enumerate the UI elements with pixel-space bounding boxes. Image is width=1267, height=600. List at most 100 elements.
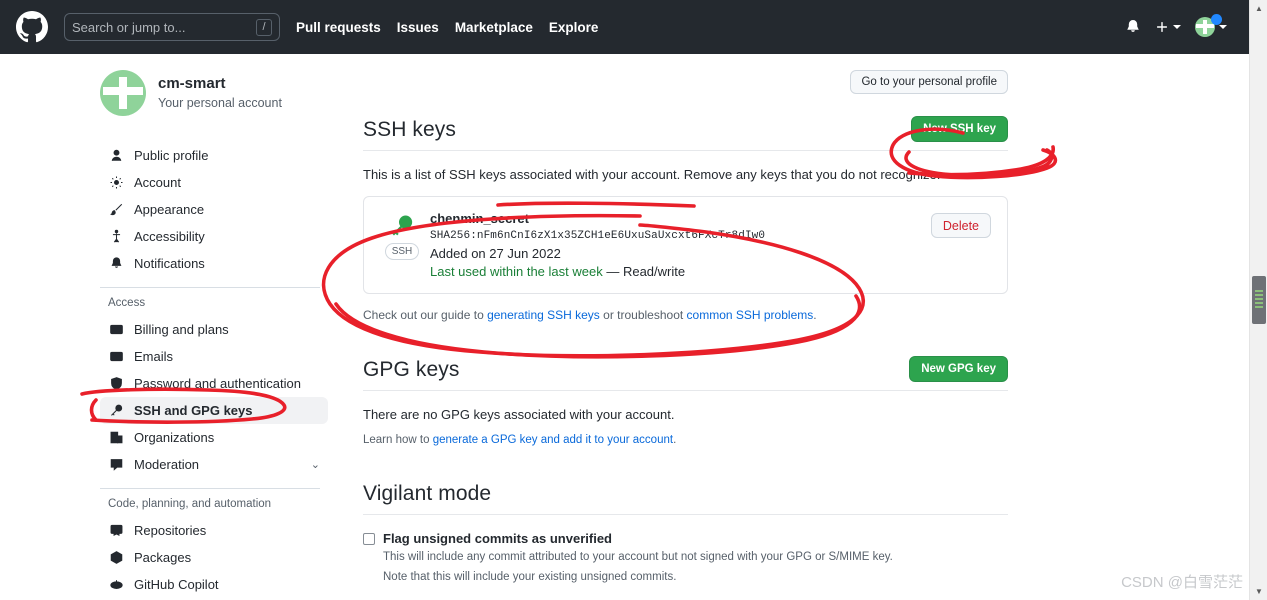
ssh-keys-header: SSH keys New SSH key — [363, 116, 1008, 151]
sidebar-item-packages[interactable]: Packages — [100, 544, 328, 571]
flag-unsigned-commits-row[interactable]: Flag unsigned commits as unverified This… — [363, 531, 1008, 585]
common-ssh-problems-link[interactable]: common SSH problems — [687, 308, 814, 322]
header-actions — [1125, 14, 1233, 37]
ssh-key-title: chenmin_secret — [430, 211, 529, 226]
sidebar-item-label: Accessibility — [134, 229, 205, 244]
sidebar-item-label: Account — [134, 175, 181, 190]
browser-scrollbar[interactable]: ▲ ▼ — [1249, 0, 1267, 600]
nav-marketplace[interactable]: Marketplace — [455, 20, 533, 35]
paintbrush-icon — [108, 202, 124, 218]
scroll-down-arrow-icon[interactable]: ▼ — [1250, 583, 1267, 600]
sidebar-item-accessibility[interactable]: Accessibility — [100, 223, 328, 250]
vigilant-mode-title: Vigilant mode — [363, 482, 492, 505]
page-body: cm-smart Your personal account Public pr… — [0, 54, 1249, 600]
gpg-keys-title: GPG keys — [363, 358, 460, 381]
search-shortcut-key: / — [256, 18, 272, 36]
delete-ssh-key-button[interactable]: Delete — [930, 213, 991, 238]
nav-pull-requests[interactable]: Pull requests — [296, 20, 381, 35]
sidebar-divider — [100, 488, 320, 489]
vigilant-mode-section: Vigilant mode Flag unsigned commits as u… — [363, 482, 1008, 585]
mail-icon — [108, 349, 124, 365]
sidebar-nav-code: Repositories Packages GitHub Copilot — [100, 517, 328, 598]
sidebar-item-appearance[interactable]: Appearance — [100, 196, 328, 223]
sidebar-item-label: Repositories — [134, 523, 207, 538]
generating-ssh-keys-link[interactable]: generating SSH keys — [487, 308, 600, 322]
sidebar-item-label: Notifications — [134, 256, 205, 271]
sidebar-item-label: Packages — [134, 550, 192, 565]
gpg-learn-text: Learn how to generate a GPG key and add … — [363, 434, 1008, 446]
sidebar-item-label: SSH and GPG keys — [134, 403, 253, 418]
flag-unsigned-commits-checkbox[interactable] — [363, 533, 375, 545]
sidebar-group-access: Access — [108, 297, 146, 309]
key-icon — [389, 213, 415, 239]
repo-icon — [108, 523, 124, 539]
sidebar-item-github-copilot[interactable]: GitHub Copilot — [100, 571, 328, 598]
learn-prefix: Learn how to — [363, 434, 433, 446]
generate-gpg-key-link[interactable]: generate a GPG key and add it to your ac… — [433, 434, 673, 446]
new-ssh-key-button[interactable]: New SSH key — [911, 116, 1008, 142]
scroll-up-arrow-icon[interactable]: ▲ — [1250, 0, 1267, 17]
person-icon — [108, 148, 124, 164]
go-to-personal-profile-button[interactable]: Go to your personal profile — [850, 70, 1008, 94]
learn-suffix: . — [673, 434, 677, 446]
sidebar-item-label: Password and authentication — [134, 376, 301, 391]
bell-icon[interactable] — [1125, 19, 1141, 35]
guide-prefix: Check out our guide to — [363, 308, 488, 322]
sidebar-item-account[interactable]: Account — [100, 169, 328, 196]
sidebar-item-notifications[interactable]: Notifications — [100, 250, 328, 277]
ssh-key-fingerprint: SHA256:nFm6nCnI6zX1x35ZCH1eE6UxuSaUxcxt6… — [430, 230, 766, 242]
sidebar-item-password-and-authentication[interactable]: Password and authentication — [100, 370, 328, 397]
ssh-key-permission: — Read/write — [606, 264, 686, 279]
ssh-key-last-used: Last used within the last week — Read/wr… — [430, 264, 931, 279]
ssh-key-actions: Delete — [930, 211, 991, 238]
sidebar-nav-access: Billing and plans Emails Password and au… — [100, 316, 328, 478]
scrollbar-thumb[interactable] — [1252, 276, 1266, 324]
sidebar-account-header: cm-smart Your personal account — [100, 70, 328, 116]
ssh-key-added-date: Added on 27 Jun 2022 — [430, 246, 561, 261]
new-gpg-key-button[interactable]: New GPG key — [909, 356, 1008, 382]
sidebar-item-public-profile[interactable]: Public profile — [100, 142, 328, 169]
create-new-menu[interactable] — [1155, 20, 1181, 34]
search-input[interactable]: Search or jump to... / — [64, 13, 280, 41]
gpg-keys-section: GPG keys New GPG key There are no GPG ke… — [363, 356, 1008, 446]
page-title: SSH keys — [363, 118, 456, 141]
gear-icon — [108, 175, 124, 191]
settings-main: Go to your personal profile SSH keys New… — [363, 70, 1008, 585]
key-icon — [108, 403, 124, 419]
chevron-down-icon[interactable]: ⌄ — [311, 458, 320, 471]
flag-unsigned-commits-note-1: This will include any commit attributed … — [383, 551, 893, 563]
sidebar-item-ssh-and-gpg-keys[interactable]: SSH and GPG keys — [100, 397, 328, 424]
sidebar-divider — [100, 287, 320, 288]
sidebar-item-organizations[interactable]: Organizations — [100, 424, 328, 451]
package-icon — [108, 550, 124, 566]
ssh-key-icon-group: SSH — [380, 211, 424, 260]
accessibility-icon — [108, 229, 124, 245]
ssh-guide-text: Check out our guide to generating SSH ke… — [363, 308, 1008, 322]
gpg-empty-message: There are no GPG keys associated with yo… — [363, 407, 675, 422]
sidebar-item-emails[interactable]: Emails — [100, 343, 328, 370]
sidebar-item-label: Organizations — [134, 430, 215, 445]
user-menu[interactable] — [1195, 14, 1227, 37]
sidebar-item-billing-and-plans[interactable]: Billing and plans — [100, 316, 328, 343]
chevron-down-icon — [1219, 25, 1227, 29]
avatar-status-badge — [1211, 14, 1222, 25]
sidebar-item-repositories[interactable]: Repositories — [100, 517, 328, 544]
sidebar-item-label: Public profile — [134, 148, 209, 163]
sidebar-item-label: Moderation — [134, 457, 200, 472]
ssh-keys-description: This is a list of SSH keys associated wi… — [363, 167, 941, 182]
ssh-key-row: SSH chenmin_secret SHA256:nFm6nCnI6zX1x3… — [363, 196, 1008, 294]
global-header: Search or jump to... / Pull requests Iss… — [0, 0, 1249, 54]
guide-suffix: . — [813, 308, 817, 322]
sidebar-item-label: Billing and plans — [134, 322, 229, 337]
sidebar-nav-primary: Public profile Account Appearance Access… — [100, 142, 328, 277]
bell-icon — [108, 256, 124, 272]
github-logo-icon[interactable] — [16, 11, 48, 43]
avatar — [100, 70, 146, 116]
credit-card-icon — [108, 322, 124, 338]
flag-unsigned-commits-label: Flag unsigned commits as unverified — [383, 531, 612, 546]
sidebar-item-label: GitHub Copilot — [134, 577, 219, 592]
nav-explore[interactable]: Explore — [549, 20, 599, 35]
nav-issues[interactable]: Issues — [397, 20, 439, 35]
sidebar-item-moderation[interactable]: Moderation ⌄ — [100, 451, 328, 478]
settings-sidebar: cm-smart Your personal account Public pr… — [100, 70, 328, 598]
